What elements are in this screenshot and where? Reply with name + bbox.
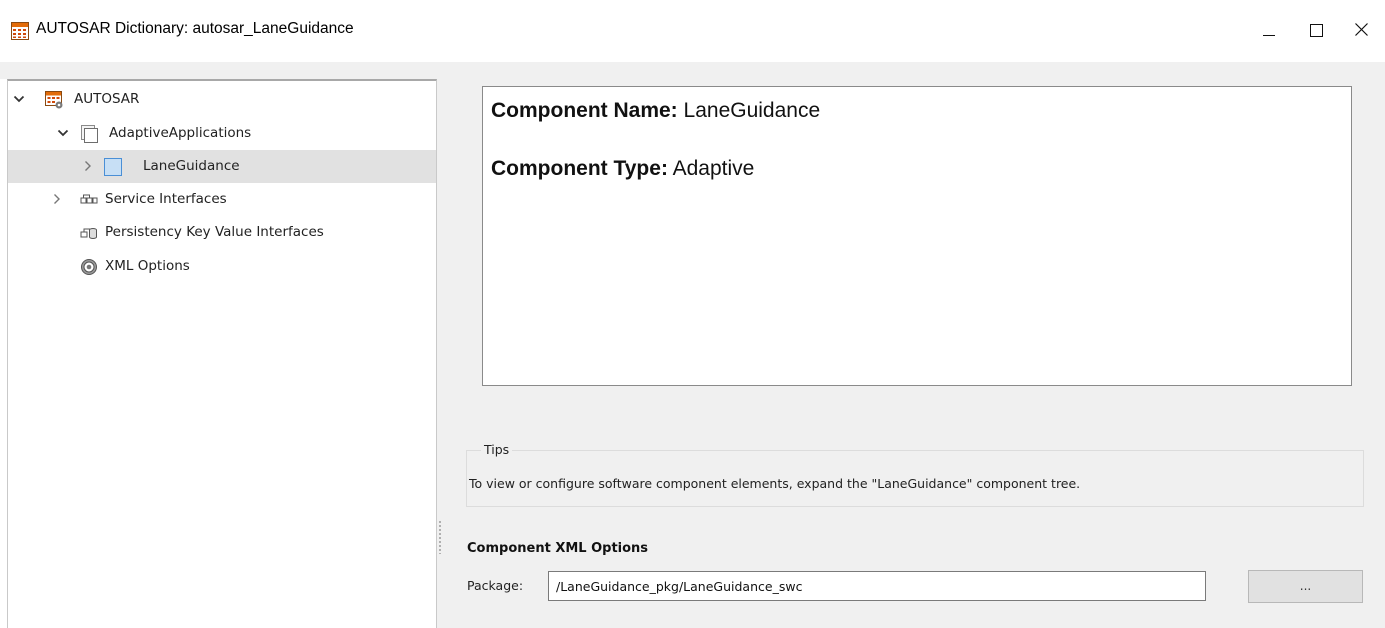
tree-item-adaptive-applications[interactable]: AdaptiveApplications xyxy=(8,117,436,150)
component-type-line: Component Type: Adaptive xyxy=(491,157,754,181)
tree-item-label: AdaptiveApplications xyxy=(109,125,252,141)
close-icon xyxy=(1355,23,1368,36)
component-name-line: Component Name: LaneGuidance xyxy=(491,99,820,123)
tree-item-service-interfaces[interactable]: Service Interfaces xyxy=(8,183,436,216)
splitter-grip-icon[interactable] xyxy=(439,520,441,554)
chevron-right-icon[interactable] xyxy=(81,159,95,173)
component-name-value: LaneGuidance xyxy=(683,99,821,122)
tree-item-label: XML Options xyxy=(105,258,190,274)
component-type-value: Adaptive xyxy=(672,157,755,180)
tree-item-persistency-key-value-interfaces[interactable]: Persistency Key Value Interfaces xyxy=(8,216,436,249)
tree-item-label: Persistency Key Value Interfaces xyxy=(105,224,324,240)
tree-item-label: Service Interfaces xyxy=(105,191,227,207)
tree-item-label: LaneGuidance xyxy=(143,158,240,174)
close-button[interactable] xyxy=(1338,0,1384,62)
chevron-down-icon[interactable] xyxy=(56,126,70,140)
package-label: Package: xyxy=(467,578,524,593)
tree-panel: AUTOSAR AdaptiveApplications LaneGuidanc… xyxy=(7,79,437,628)
autosar-dictionary-icon xyxy=(45,91,63,109)
tips-text: To view or configure software component … xyxy=(469,476,1081,491)
service-interface-icon xyxy=(80,194,98,204)
tree-item-laneguidance[interactable]: LaneGuidance xyxy=(8,150,436,183)
component-xml-options-heading: Component XML Options xyxy=(467,541,649,556)
title-bar: AUTOSAR Dictionary: autosar_LaneGuidance xyxy=(0,0,1385,62)
component-name-label: Component Name: xyxy=(491,99,678,122)
window-title: AUTOSAR Dictionary: autosar_LaneGuidance xyxy=(36,20,354,37)
tree-item-autosar[interactable]: AUTOSAR xyxy=(8,83,436,116)
tips-legend: Tips xyxy=(481,442,513,457)
tree-item-xml-options[interactable]: XML Options xyxy=(8,250,436,283)
folder-page-icon xyxy=(81,125,98,143)
chevron-down-icon[interactable] xyxy=(12,92,26,106)
package-input[interactable] xyxy=(548,571,1206,601)
gear-icon xyxy=(81,259,97,275)
component-info-box: Component Name: LaneGuidance Component T… xyxy=(482,86,1352,386)
minimize-button[interactable] xyxy=(1246,0,1292,62)
chevron-right-icon[interactable] xyxy=(50,192,64,206)
persistency-interface-icon xyxy=(80,228,97,239)
tree-item-label: AUTOSAR xyxy=(74,91,140,107)
browse-button[interactable]: ... xyxy=(1248,570,1363,603)
maximize-button[interactable] xyxy=(1292,0,1338,62)
autosar-app-icon xyxy=(11,22,29,40)
component-type-label: Component Type: xyxy=(491,157,668,180)
component-icon xyxy=(104,158,122,176)
